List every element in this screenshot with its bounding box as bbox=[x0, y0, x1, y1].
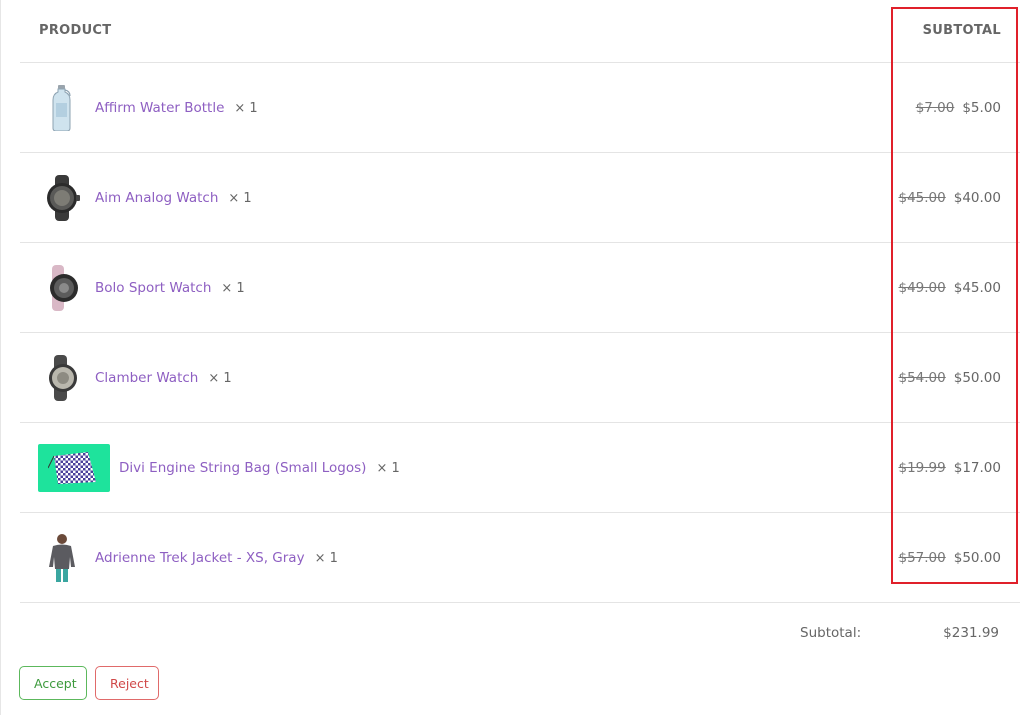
line-subtotal: $19.99 $17.00 bbox=[899, 460, 1002, 476]
product-column-header: PRODUCT bbox=[39, 23, 112, 38]
table-row: Divi Engine String Bag (Small Logos) × 1 … bbox=[20, 423, 1020, 513]
line-subtotal: $45.00 $40.00 bbox=[899, 190, 1002, 206]
string-bag-icon bbox=[38, 443, 110, 492]
product-name[interactable]: Clamber Watch × 1 bbox=[95, 370, 232, 386]
line-subtotal: $7.00 $5.00 bbox=[916, 100, 1001, 116]
original-price: $45.00 bbox=[898, 189, 946, 206]
discounted-price: $45.00 bbox=[953, 279, 1001, 296]
watch-icon bbox=[42, 174, 82, 222]
product-link[interactable]: Aim Analog Watch bbox=[95, 190, 218, 206]
accept-button[interactable]: Accept bbox=[19, 666, 87, 700]
table-row: Aim Analog Watch × 1 $45.00 $40.00 bbox=[20, 153, 1020, 243]
table-header: PRODUCT SUBTOTAL bbox=[20, 0, 1020, 63]
product-name[interactable]: Divi Engine String Bag (Small Logos) × 1 bbox=[119, 460, 400, 476]
jacket-icon bbox=[42, 533, 82, 582]
product-link[interactable]: Divi Engine String Bag (Small Logos) bbox=[119, 460, 366, 476]
discounted-price: $40.00 bbox=[953, 189, 1001, 206]
line-subtotal: $49.00 $45.00 bbox=[899, 280, 1002, 296]
subtotal-label: Subtotal: bbox=[800, 625, 862, 641]
order-review-page: PRODUCT SUBTOTAL Affirm Water Bottle × 1 … bbox=[0, 0, 1024, 715]
product-quantity: × 1 bbox=[376, 460, 400, 476]
table-row: Affirm Water Bottle × 1 $7.00 $5.00 bbox=[20, 63, 1020, 153]
line-subtotal: $54.00 $50.00 bbox=[899, 370, 1002, 386]
product-name[interactable]: Affirm Water Bottle × 1 bbox=[95, 100, 258, 116]
product-name[interactable]: Adrienne Trek Jacket - XS, Gray × 1 bbox=[95, 550, 338, 566]
left-divider bbox=[0, 0, 1, 715]
watch-icon bbox=[42, 264, 82, 312]
watch-icon bbox=[42, 354, 82, 402]
product-quantity: × 1 bbox=[221, 280, 245, 296]
original-price: $7.00 bbox=[915, 99, 955, 116]
subtotal-column-header: SUBTOTAL bbox=[922, 23, 1001, 38]
product-quantity: × 1 bbox=[234, 100, 258, 116]
product-link[interactable]: Affirm Water Bottle bbox=[95, 100, 224, 116]
original-price: $19.99 bbox=[898, 459, 946, 476]
product-quantity: × 1 bbox=[314, 550, 338, 566]
product-link[interactable]: Bolo Sport Watch bbox=[95, 280, 211, 296]
product-link[interactable]: Clamber Watch bbox=[95, 370, 198, 386]
product-name[interactable]: Bolo Sport Watch × 1 bbox=[95, 280, 245, 296]
table-row: Bolo Sport Watch × 1 $49.00 $45.00 bbox=[20, 243, 1020, 333]
discounted-price: $50.00 bbox=[953, 549, 1001, 566]
table-row: Clamber Watch × 1 $54.00 $50.00 bbox=[20, 333, 1020, 423]
water-bottle-icon bbox=[42, 84, 82, 132]
table-row: Adrienne Trek Jacket - XS, Gray × 1 $57.0… bbox=[20, 513, 1020, 603]
reject-button[interactable]: Reject bbox=[95, 666, 159, 700]
original-price: $49.00 bbox=[898, 279, 946, 296]
product-link[interactable]: Adrienne Trek Jacket - XS, Gray bbox=[95, 550, 305, 566]
product-quantity: × 1 bbox=[228, 190, 252, 206]
subtotal-value: $231.99 bbox=[943, 625, 999, 641]
product-quantity: × 1 bbox=[208, 370, 232, 386]
original-price: $54.00 bbox=[898, 369, 946, 386]
order-items-table: PRODUCT SUBTOTAL Affirm Water Bottle × 1 … bbox=[20, 0, 1020, 603]
discounted-price: $50.00 bbox=[953, 369, 1001, 386]
discounted-price: $17.00 bbox=[953, 459, 1001, 476]
original-price: $57.00 bbox=[898, 549, 946, 566]
line-subtotal: $57.00 $50.00 bbox=[899, 550, 1002, 566]
product-name[interactable]: Aim Analog Watch × 1 bbox=[95, 190, 252, 206]
discounted-price: $5.00 bbox=[962, 99, 1001, 116]
